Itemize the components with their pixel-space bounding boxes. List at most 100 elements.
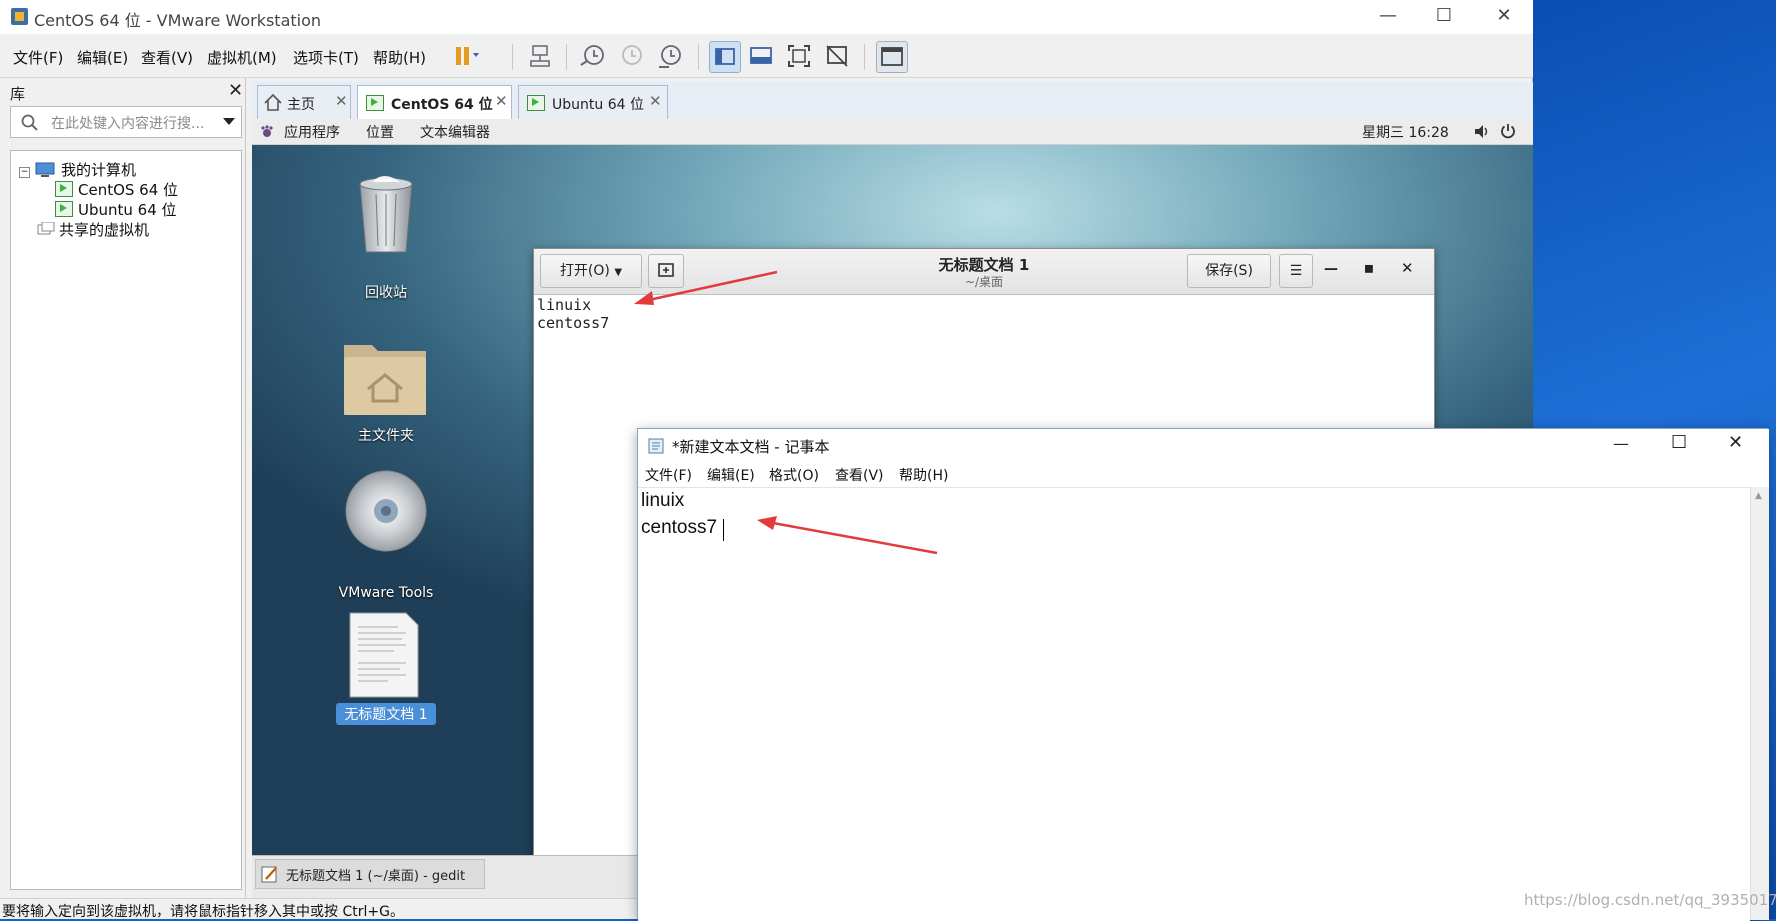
tree-item-centos[interactable]: CentOS 64 位 (55, 179, 178, 200)
snapshot-manager-icon[interactable] (655, 41, 685, 71)
watermark: https://blog.csdn.net/qq_39350173 (1524, 891, 1776, 909)
tree-item-ubuntu[interactable]: Ubuntu 64 位 (55, 199, 177, 220)
chevron-down-icon: ▼ (614, 267, 623, 278)
close-button[interactable]: ✕ (1475, 0, 1533, 34)
text-line: centoss7 (537, 314, 610, 332)
library-search-input[interactable]: 在此处键入内容进行搜... (10, 106, 242, 138)
status-text: 要将输入定向到该虚拟机，请将鼠标指针移入其中或按 Ctrl+G。 (2, 904, 404, 920)
notepad-title: *新建文本文档 - 记事本 (672, 438, 830, 456)
cd-icon[interactable] (345, 470, 427, 552)
pause-icon[interactable] (449, 41, 479, 71)
unity-mode-icon[interactable] (822, 41, 852, 71)
menu-file[interactable]: 文件(F) (645, 465, 692, 485)
tab-label: CentOS 64 位 (391, 97, 493, 113)
menu-format[interactable]: 格式(O) (769, 465, 819, 485)
annotation-arrow (757, 516, 938, 555)
close-icon[interactable]: ✕ (1401, 259, 1414, 277)
menu-file[interactable]: 文件(F) (13, 47, 63, 68)
taskbar-item-label: 无标题文档 1 (~/桌面) - gedit (286, 869, 466, 884)
menu-vm[interactable]: 虚拟机(M) (207, 47, 277, 68)
snapshot-icon[interactable] (578, 41, 608, 71)
tab-ubuntu[interactable]: Ubuntu 64 位 ✕ (518, 85, 668, 119)
menu-tabs[interactable]: 选项卡(T) (293, 47, 359, 68)
save-button[interactable]: 保存(S) (1187, 254, 1271, 288)
revert-snapshot-icon[interactable] (616, 41, 646, 71)
menu-edit[interactable]: 编辑(E) (77, 47, 128, 68)
collapse-icon[interactable]: − (19, 167, 30, 178)
gnome-top-bar: 应用程序 位置 文本编辑器 星期三 16:28 (252, 119, 1533, 145)
library-tree: − 我的计算机 CentOS 64 位 Ubuntu 64 位 共享的虚拟机 (10, 150, 242, 890)
document-title: 无标题文档 1 (938, 256, 1030, 274)
menu-help[interactable]: 帮助(H) (899, 465, 948, 485)
library-close-icon[interactable]: ✕ (228, 80, 243, 101)
annotation-arrow (634, 270, 778, 305)
vm-running-icon (366, 95, 384, 111)
maximize-button[interactable]: ☐ (1671, 432, 1687, 453)
tab-close-icon[interactable]: ✕ (335, 92, 348, 110)
text-document-icon[interactable] (348, 611, 420, 699)
tab-close-icon[interactable]: ✕ (649, 92, 662, 110)
text-editor-menu[interactable]: 文本编辑器 (420, 122, 490, 142)
shared-vm-icon (37, 221, 55, 235)
hamburger-menu-icon[interactable]: ☰ (1279, 254, 1313, 288)
gnome-foot-icon (261, 125, 273, 137)
send-ctrl-alt-del-icon[interactable] (525, 41, 555, 71)
fullscreen-icon[interactable] (784, 41, 814, 71)
vm-running-icon (55, 201, 73, 217)
tab-close-icon[interactable]: ✕ (495, 92, 508, 110)
notepad-text-area[interactable]: linuix centoss7 (638, 487, 1750, 921)
home-folder-icon[interactable] (342, 337, 428, 417)
console-view-icon[interactable] (876, 41, 908, 73)
power-icon[interactable] (1500, 123, 1516, 139)
notepad-title-bar: *新建文本文档 - 记事本 — ☐ ✕ (638, 429, 1769, 461)
open-button[interactable]: 打开(O) ▼ (540, 254, 642, 288)
notepad-icon (648, 438, 664, 454)
maximize-icon[interactable]: ◼ (1364, 261, 1374, 275)
tree-label: 我的计算机 (61, 161, 137, 179)
maximize-button[interactable]: ☐ (1415, 0, 1473, 34)
toolbar-separator (566, 44, 567, 70)
vmware-app-icon (11, 8, 28, 25)
places-menu[interactable]: 位置 (366, 122, 394, 142)
library-panel: 库 ✕ 在此处键入内容进行搜... − 我的计算机 CentOS 64 位 Ubu… (0, 78, 246, 898)
document-path: ~/桌面 (964, 275, 1004, 289)
tree-label: Ubuntu 64 位 (78, 201, 177, 219)
menu-edit[interactable]: 编辑(E) (707, 465, 755, 485)
tab-centos[interactable]: CentOS 64 位 ✕ (357, 85, 512, 119)
minimize-button[interactable]: — (1359, 0, 1417, 34)
thumbnail-bar-icon[interactable] (746, 41, 776, 71)
text-line: linuix (537, 296, 592, 314)
tab-home[interactable]: 主页 ✕ (257, 85, 351, 119)
text-line: centoss7 (641, 517, 718, 538)
search-icon (21, 114, 38, 131)
text-editor-icon (261, 866, 277, 883)
applications-menu[interactable]: 应用程序 (284, 122, 340, 142)
minimize-button[interactable]: — (1613, 434, 1629, 453)
notepad-menu-bar: 文件(F) 编辑(E) 格式(O) 查看(V) 帮助(H) (638, 461, 1769, 487)
tree-item-my-computer[interactable]: − 我的计算机 (19, 159, 136, 180)
tree-label: CentOS 64 位 (78, 181, 179, 199)
chevron-down-icon[interactable] (223, 118, 235, 126)
vm-running-icon (527, 95, 545, 111)
clock[interactable]: 星期三 16:28 (1362, 122, 1449, 142)
show-library-icon[interactable] (709, 41, 741, 73)
desktop-label-selected: 无标题文档 1 (336, 703, 436, 725)
menu-view[interactable]: 查看(V) (141, 47, 193, 68)
tree-item-shared-vms[interactable]: 共享的虚拟机 (37, 219, 149, 240)
window-title: CentOS 64 位 - VMware Workstation (34, 11, 322, 30)
minimize-icon[interactable]: — (1324, 261, 1338, 277)
menu-view[interactable]: 查看(V) (835, 465, 884, 485)
tab-label: 主页 (287, 97, 315, 113)
scroll-up-icon[interactable]: ▲ (1755, 491, 1762, 501)
open-button-label: 打开(O) (559, 263, 610, 279)
menu-bar: 文件(F) 编辑(E) 查看(V) 虚拟机(M) 选项卡(T) 帮助(H) (0, 34, 1533, 78)
menu-help[interactable]: 帮助(H) (373, 47, 426, 68)
taskbar-item-gedit[interactable]: 无标题文档 1 (~/桌面) - gedit (255, 859, 485, 889)
desktop-label: 回收站 (365, 285, 407, 301)
volume-icon[interactable] (1474, 124, 1490, 139)
vertical-scrollbar[interactable]: ▲ (1750, 487, 1769, 920)
close-button[interactable]: ✕ (1728, 432, 1743, 453)
toolbar-separator (864, 44, 865, 70)
desktop-label: VMware Tools (338, 585, 434, 601)
trash-icon[interactable] (354, 174, 418, 254)
